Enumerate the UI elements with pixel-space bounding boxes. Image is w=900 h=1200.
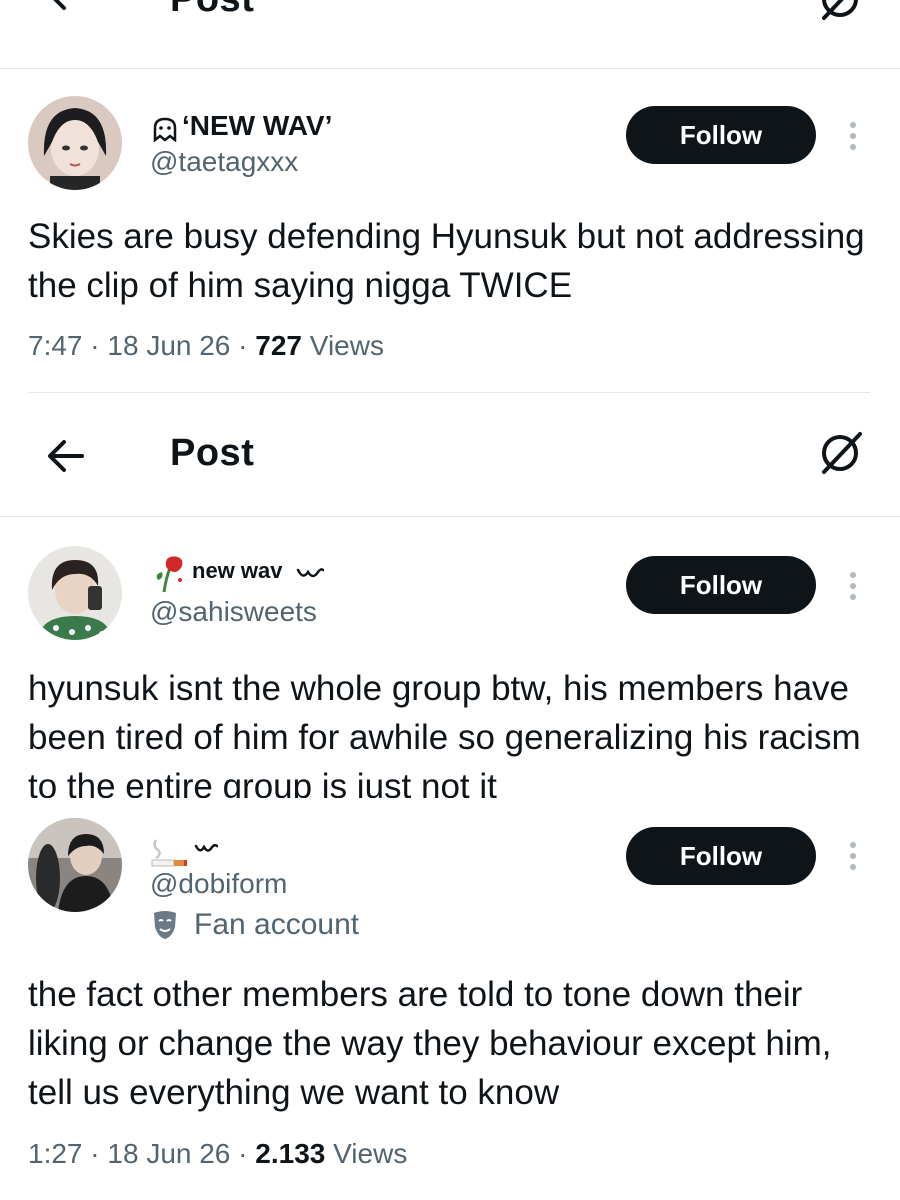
rose-emoji-icon (156, 556, 183, 593)
cigarette-emoji-icon (151, 839, 187, 867)
display-name[interactable]: new wav (192, 558, 282, 584)
avatar[interactable] (28, 546, 122, 640)
views-label: Views (309, 330, 384, 361)
ghost-emoji-icon (153, 117, 177, 142)
tweet-time: 7:47 (28, 330, 83, 361)
fan-account-badge: Fan account (150, 908, 359, 942)
wave-icon (296, 568, 324, 578)
handle[interactable]: @dobiform (150, 868, 287, 900)
tweet-text: the fact other members are told to tone … (28, 975, 832, 1112)
theater-mask-icon (154, 911, 176, 939)
grok-icon[interactable] (816, 428, 866, 478)
views-count: 727 (255, 330, 302, 361)
tweet-meta: 7:47 · 18 Jun 26 · 727 Views (28, 330, 384, 362)
page-title: Post (170, 0, 254, 21)
handle[interactable]: @taetagxxx (150, 146, 298, 178)
handle[interactable]: @sahisweets (150, 596, 317, 628)
more-vertical-icon[interactable] (848, 572, 858, 602)
follow-button[interactable]: Follow (626, 106, 816, 164)
grok-icon[interactable] (816, 0, 866, 24)
top-header: Post (0, 0, 900, 68)
arrow-left-icon[interactable] (44, 434, 88, 478)
tweet-text: Skies are busy defending Hyunsuk but not… (28, 217, 865, 305)
more-vertical-icon[interactable] (848, 842, 858, 872)
wave-icon (194, 843, 218, 852)
tweet-text-clip: hyunsuk isnt the whole group btw, his me… (0, 660, 900, 798)
separator: · (238, 330, 256, 361)
views-count: 2.133 (255, 1138, 326, 1169)
separator: · (90, 330, 108, 361)
divider (28, 392, 870, 393)
avatar[interactable] (28, 818, 122, 912)
divider (0, 516, 900, 517)
tweet-meta: 1:27 · 18 Jun 26 · 2.133 Views (28, 1138, 407, 1170)
separator: · (238, 1138, 256, 1169)
follow-button[interactable]: Follow (626, 827, 816, 885)
separator: · (90, 1138, 108, 1169)
tweet-text: hyunsuk isnt the whole group btw, his me… (28, 669, 861, 798)
avatar[interactable] (28, 96, 122, 190)
divider (0, 68, 900, 69)
display-name[interactable]: ‘NEW WAV’ (182, 110, 332, 142)
page-title: Post (170, 432, 255, 474)
tweet-time: 1:27 (28, 1138, 83, 1169)
tweet-date: 18 Jun 26 (107, 1138, 231, 1169)
fan-account-label: Fan account (194, 908, 360, 941)
follow-button[interactable]: Follow (626, 556, 816, 614)
arrow-left-icon[interactable] (44, 0, 88, 16)
views-label: Views (333, 1138, 408, 1169)
tweet-date: 18 Jun 26 (107, 330, 231, 361)
more-vertical-icon[interactable] (848, 122, 858, 152)
